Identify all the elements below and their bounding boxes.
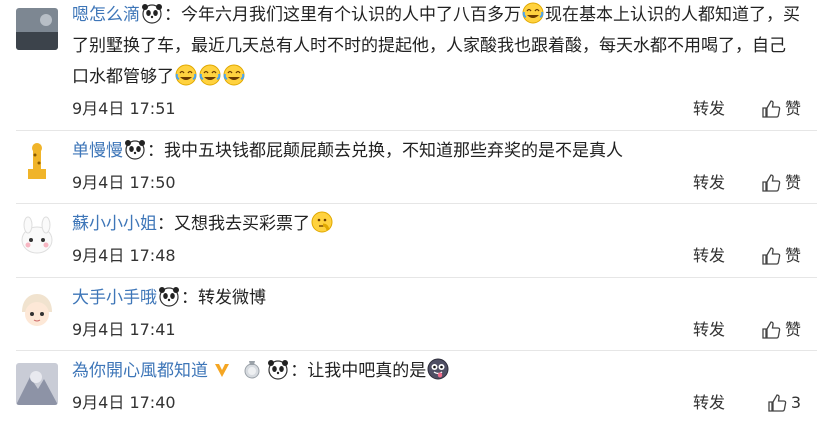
comment-item: 蘇小小小姐：又想我去买彩票了 9月4日 17:48 转发 赞 <box>0 204 817 276</box>
comment-meta: 9月4日 17:51 转发 赞 <box>72 97 801 121</box>
panda-icon <box>140 4 164 25</box>
avatar[interactable] <box>16 290 58 332</box>
thumbs-up-icon <box>768 394 787 412</box>
comment-item: 嗯怎么滴 ：今年六月我们这里有个认识的人中了八百多万 现在基本上认识的人都知道了，买… <box>0 0 817 130</box>
like-count: 3 <box>790 393 801 412</box>
comment-item: 大手小手哦 ：转发微博 9月4日 17:41 转发 赞 <box>0 278 817 350</box>
username-link[interactable]: 大手小手哦 <box>72 288 157 308</box>
username-link[interactable]: 嗯怎么滴 <box>72 5 140 25</box>
thumbs-up-icon <box>762 100 781 118</box>
timestamp: 9月4日 17:40 <box>72 393 176 412</box>
comment-text: ：我中五块钱都屁颠屁颠去兑换，不知道那些弃奖的是不是真人 <box>147 141 623 161</box>
comment-body: 蘇小小小姐：又想我去买彩票了 <box>72 209 801 240</box>
comment-meta: 9月4日 17:50 转发 赞 <box>72 171 801 195</box>
comment-item: 為你開心風都知道 ：让我中吧真的是 9月4日 17:40 转发 3 <box>0 351 817 423</box>
comment-meta: 9月4日 17:41 转发 赞 <box>72 318 801 342</box>
comment-body: 单慢慢 ：我中五块钱都屁颠屁颠去兑换，不知道那些弃奖的是不是真人 <box>72 136 801 167</box>
repost-button[interactable]: 转发 <box>693 391 725 415</box>
username-link[interactable]: 為你開心風都知道 <box>72 361 208 381</box>
comment-list: 嗯怎么滴 ：今年六月我们这里有个认识的人中了八百多万 现在基本上认识的人都知道了，买… <box>0 0 817 423</box>
repost-button[interactable]: 转发 <box>693 318 725 342</box>
repost-button[interactable]: 转发 <box>693 97 725 121</box>
comment-body: 為你開心風都知道 ：让我中吧真的是 <box>72 356 801 387</box>
comment-text: ：今年六月我们这里有个认识的人中了八百多万 <box>164 5 521 25</box>
thumbs-up-icon <box>762 247 781 265</box>
like-button[interactable]: 赞 <box>761 244 801 268</box>
like-button[interactable]: 赞 <box>761 318 801 342</box>
avatar[interactable] <box>16 141 58 183</box>
avatar[interactable] <box>16 216 58 258</box>
comment-text: ：让我中吧真的是 <box>290 361 427 381</box>
avatar[interactable] <box>16 8 58 50</box>
comment-body: 大手小手哦 ：转发微博 <box>72 283 801 314</box>
timestamp: 9月4日 17:51 <box>72 99 176 118</box>
thumbs-up-icon <box>762 321 781 339</box>
laugh-cry-emoji-icon <box>222 64 246 87</box>
comment-text: ：转发微博 <box>181 288 266 308</box>
comment-meta: 9月4日 17:40 转发 3 <box>72 391 801 415</box>
medal-icon <box>244 361 260 379</box>
timestamp: 9月4日 17:50 <box>72 173 176 192</box>
thumbs-up-icon <box>762 174 781 192</box>
username-link[interactable]: 蘇小小小姐 <box>72 214 157 234</box>
comment-body: 嗯怎么滴 ：今年六月我们这里有个认识的人中了八百多万 现在基本上认识的人都知道了，买… <box>72 0 801 93</box>
avatar[interactable] <box>16 363 58 405</box>
like-button[interactable]: 赞 <box>761 171 801 195</box>
like-button[interactable]: 3 <box>767 391 801 415</box>
panda-icon <box>266 360 290 381</box>
like-label: 赞 <box>784 320 801 339</box>
panda-icon <box>123 140 147 161</box>
panda-icon <box>157 287 181 308</box>
comment-meta: 9月4日 17:48 转发 赞 <box>72 244 801 268</box>
repost-button[interactable]: 转发 <box>693 244 725 268</box>
timestamp: 9月4日 17:48 <box>72 246 176 265</box>
timestamp: 9月4日 17:41 <box>72 320 176 339</box>
silly-emoji-icon <box>426 358 450 381</box>
laugh-cry-emoji-icon <box>521 2 545 25</box>
like-label: 赞 <box>784 246 801 265</box>
like-label: 赞 <box>784 173 801 192</box>
laugh-cry-emoji-icon <box>198 64 222 87</box>
comment-text: ：又想我去买彩票了 <box>157 214 310 234</box>
laugh-cry-emoji-icon <box>174 64 198 87</box>
repost-button[interactable]: 转发 <box>693 171 725 195</box>
think-emoji-icon <box>310 211 334 234</box>
username-link[interactable]: 单慢慢 <box>72 141 123 161</box>
like-button[interactable]: 赞 <box>761 97 801 121</box>
vip-v-icon <box>215 364 230 377</box>
comment-item: 单慢慢 ：我中五块钱都屁颠屁颠去兑换，不知道那些弃奖的是不是真人 9月4日 17:… <box>0 131 817 203</box>
like-label: 赞 <box>784 99 801 118</box>
